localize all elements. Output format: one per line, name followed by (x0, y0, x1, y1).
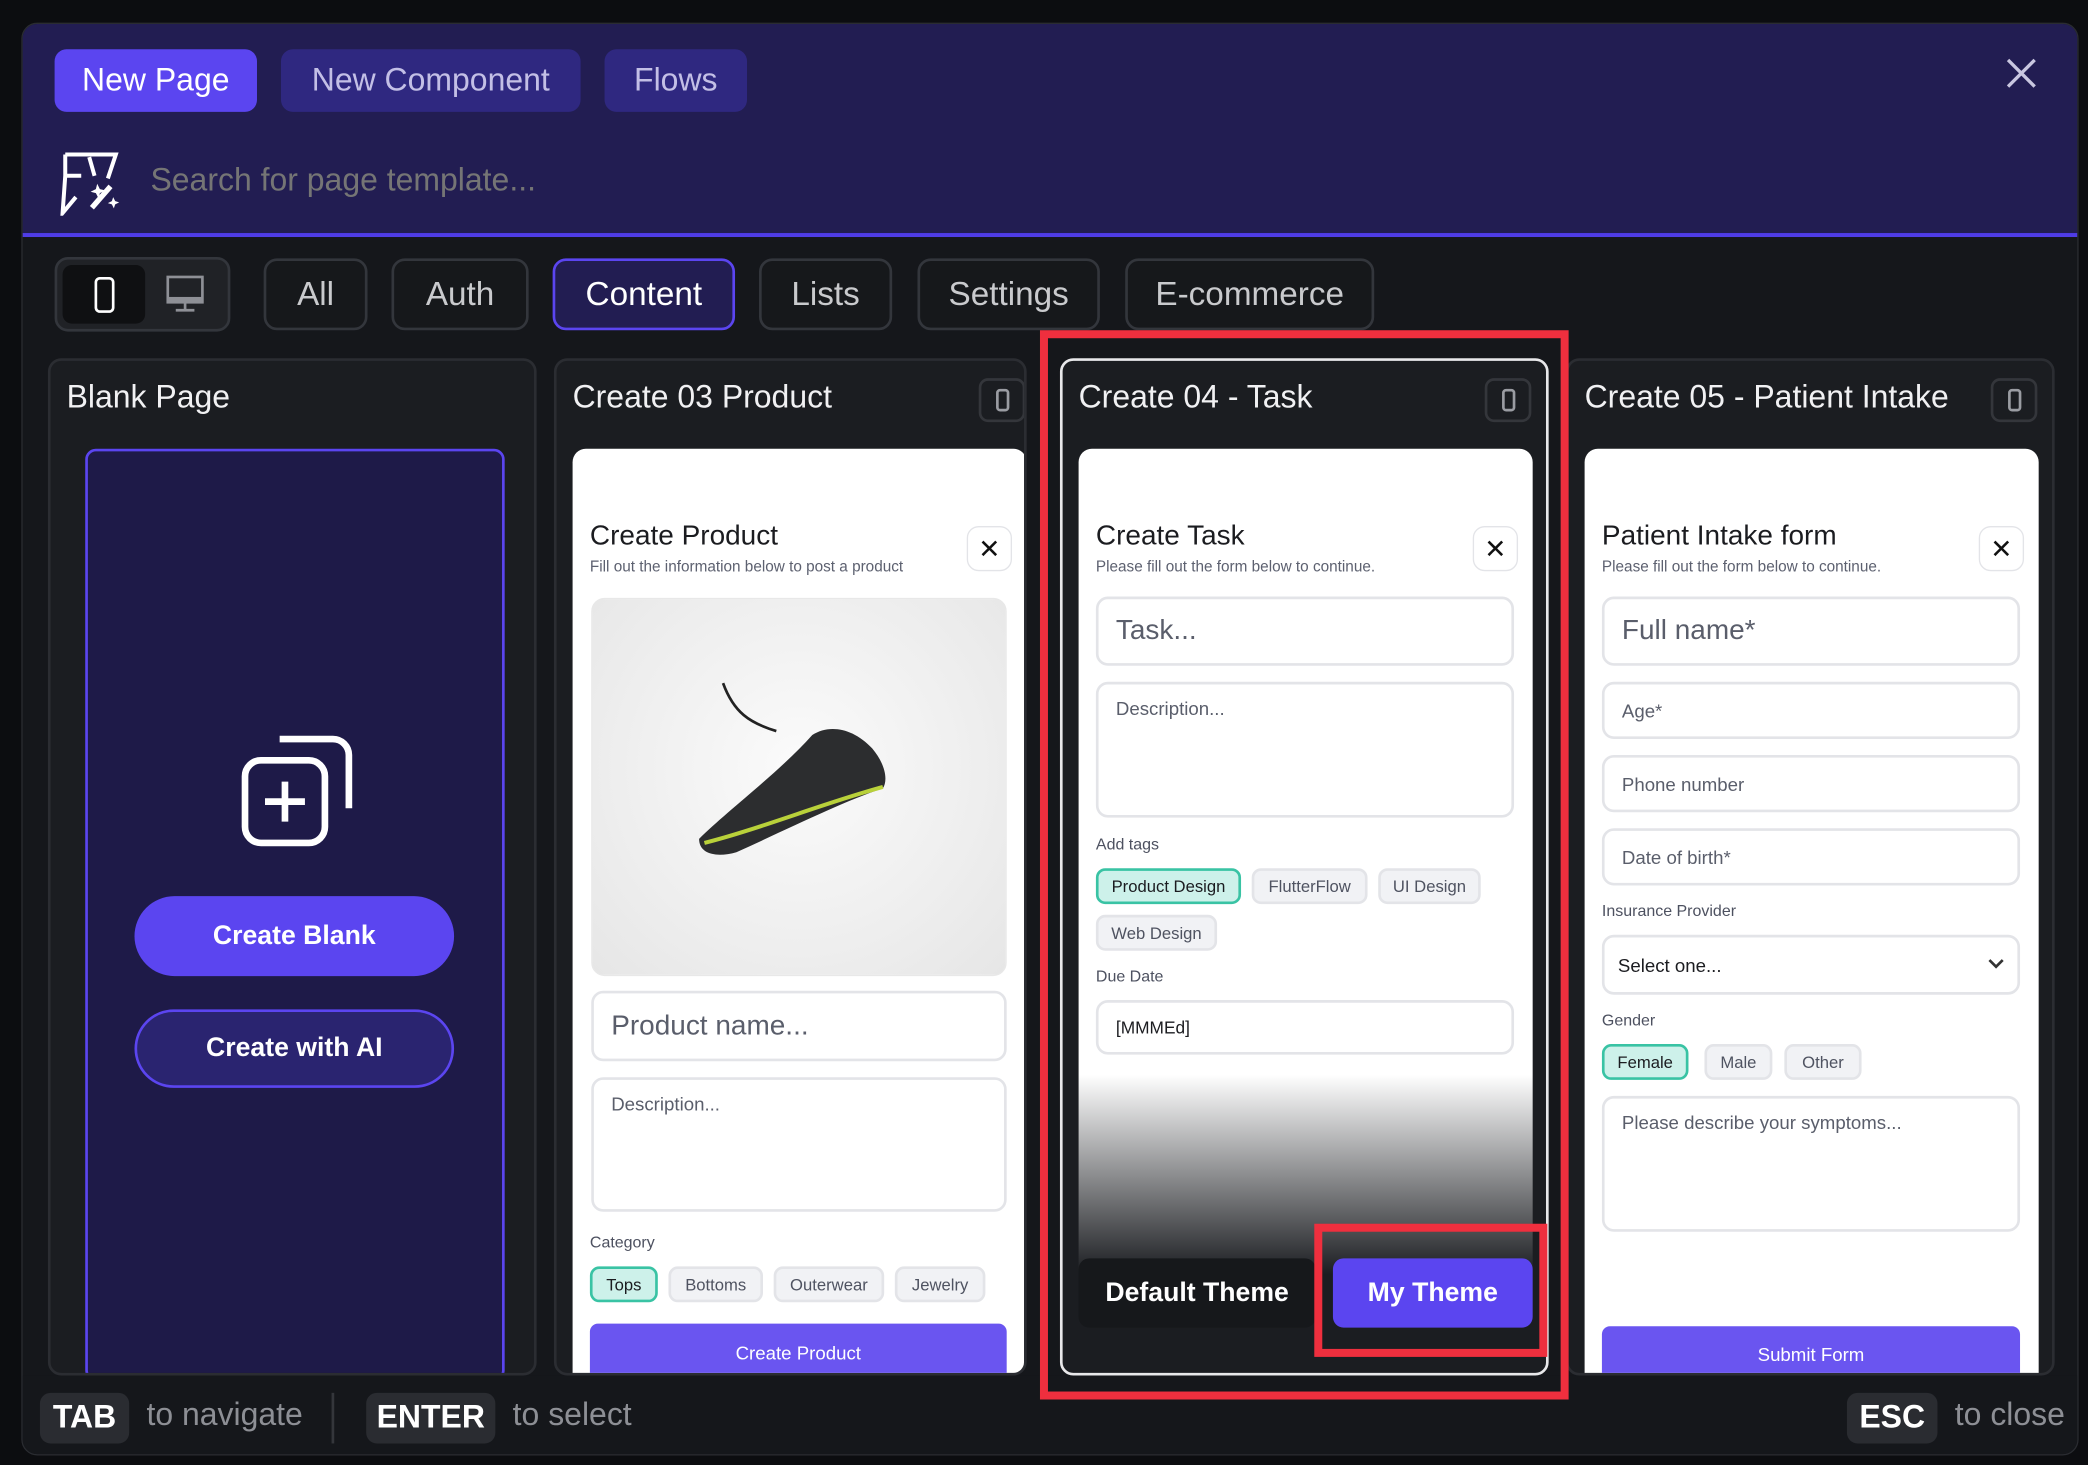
full-name-input: Full name* (1601, 596, 2021, 666)
create-with-ai-button[interactable]: Create with AI (134, 1009, 455, 1088)
template-card-patient-intake[interactable]: Create 05 - Patient Intake Patient Intak… (1565, 358, 2055, 1376)
gender-label: Gender (1601, 1010, 1656, 1030)
chip-female: Female (1601, 1043, 1689, 1080)
close-icon: ✕ (1978, 525, 2025, 572)
dob-input: Date of birth* (1601, 828, 2021, 886)
phone-input: Phone number (1601, 755, 2021, 813)
card-title: Create 05 - Patient Intake (1584, 379, 1949, 416)
card-title: Create 03 Product (572, 379, 832, 416)
category-label: Category (589, 1233, 655, 1252)
filter-auth[interactable]: Auth (391, 258, 529, 331)
form-subtitle: Please fill out the form below to contin… (1601, 559, 1882, 576)
chip-outerwear: Outerwear (773, 1266, 885, 1303)
template-card-blank[interactable]: Blank Page Create Blank Create with AI (47, 358, 537, 1376)
phone-icon[interactable] (62, 264, 146, 324)
chip-male: Male (1704, 1043, 1773, 1080)
card-title: Blank Page (66, 379, 231, 416)
filter-lists[interactable]: Lists (759, 258, 893, 331)
form-subtitle: Fill out the information below to post a… (589, 559, 904, 576)
filter-content[interactable]: Content (552, 258, 736, 331)
template-search-input[interactable] (150, 157, 1083, 206)
chip-jewelry: Jewelry (894, 1266, 986, 1303)
divider (331, 1392, 335, 1444)
chevron-down-icon (1988, 959, 2004, 969)
blank-preview: Create Blank Create with AI (85, 448, 505, 1373)
product-image (591, 597, 1007, 977)
chip-tops: Tops (589, 1266, 658, 1303)
enter-hint: to select (512, 1396, 632, 1433)
magic-template-icon (57, 149, 124, 220)
close-icon: ✕ (966, 525, 1013, 572)
description-textarea: Description... (591, 1077, 1007, 1212)
template-card-product[interactable]: Create 03 Product Create Product Fill ou… (553, 358, 1027, 1376)
esc-hint: to close (1954, 1396, 2065, 1433)
product-name-input: Product name... (591, 990, 1007, 1062)
dialog-header: New Page New Component Flows (22, 23, 2078, 238)
tab-flows[interactable]: Flows (604, 49, 748, 112)
chip-bottoms: Bottoms (668, 1266, 764, 1303)
phone-icon (1990, 378, 2038, 423)
device-toggle[interactable] (54, 256, 231, 332)
chip-other: Other (1784, 1043, 1862, 1080)
submit-form-button: Submit Form (1601, 1326, 2021, 1373)
highlight-box-my-theme (1314, 1223, 1548, 1357)
esc-key-badge: ESC (1846, 1392, 1938, 1444)
close-icon[interactable] (2001, 53, 2041, 93)
symptoms-textarea: Please describe your symptoms... (1601, 1095, 2021, 1232)
phone-icon (978, 378, 1025, 423)
desktop-icon[interactable] (158, 273, 211, 316)
add-page-icon (240, 734, 355, 849)
create-blank-button[interactable]: Create Blank (134, 896, 455, 977)
insurance-value: Select one... (1617, 954, 1722, 976)
form-title: Patient Intake form (1601, 520, 1837, 552)
insurance-select: Select one... (1601, 934, 2021, 995)
tab-new-component[interactable]: New Component (280, 49, 581, 112)
tab-hint: to navigate (146, 1396, 303, 1433)
enter-key-badge: ENTER (366, 1392, 496, 1444)
tab-key-badge: TAB (39, 1392, 130, 1444)
age-input: Age* (1601, 681, 2021, 740)
patient-preview: Patient Intake form Please fill out the … (1584, 448, 2039, 1373)
filter-ecommerce[interactable]: E-commerce (1125, 258, 1375, 331)
form-title: Create Product (589, 520, 778, 552)
filter-settings[interactable]: Settings (917, 258, 1100, 331)
insurance-label: Insurance Provider (1601, 901, 1737, 921)
create-product-button: Create Product (589, 1323, 1007, 1373)
tab-new-page[interactable]: New Page (54, 49, 257, 112)
filter-all[interactable]: All (263, 258, 368, 331)
product-preview: Create Product Fill out the information … (572, 448, 1025, 1373)
